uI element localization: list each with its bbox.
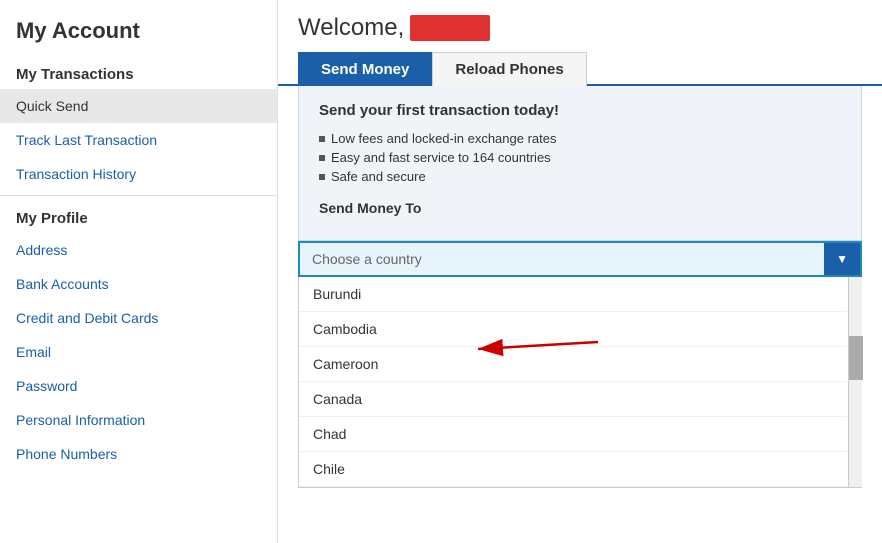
promo-item-2: Easy and fast service to 164 countries (319, 148, 841, 167)
welcome-prefix: Welcome, (298, 14, 404, 42)
promo-list: Low fees and locked-in exchange rates Ea… (319, 129, 841, 186)
transactions-section-label: My Transactions (0, 56, 277, 89)
promo-item-1: Low fees and locked-in exchange rates (319, 129, 841, 148)
sidebar-item-quick-send[interactable]: Quick Send (0, 89, 277, 123)
dropdown-outer: Burundi Cambodia Cameroon Canada Chad Ch… (298, 277, 862, 488)
sidebar-item-transaction-history[interactable]: Transaction History (0, 157, 277, 191)
dropdown-item-cambodia[interactable]: Cambodia (299, 312, 847, 347)
promo-title: Send your first transaction today! (319, 102, 841, 119)
tab-send-money[interactable]: Send Money (298, 52, 432, 86)
country-select-arrow-icon[interactable]: ▼ (824, 243, 860, 275)
sidebar-item-address[interactable]: Address (0, 233, 277, 267)
send-money-to-label: Send Money To (319, 200, 841, 216)
sidebar-item-credit-debit[interactable]: Credit and Debit Cards (0, 301, 277, 335)
sidebar-item-track-last[interactable]: Track Last Transaction (0, 123, 277, 157)
scrollbar-thumb[interactable] (849, 336, 863, 380)
country-select-input[interactable]: Choose a country (300, 243, 824, 275)
country-select-row[interactable]: Choose a country ▼ (298, 241, 862, 277)
dropdown-item-burundi[interactable]: Burundi (299, 277, 847, 312)
sidebar-divider-1 (0, 195, 277, 196)
dropdown-list: Burundi Cambodia Cameroon Canada Chad Ch… (298, 277, 862, 488)
sidebar: My Account My Transactions Quick Send Tr… (0, 0, 278, 543)
promo-item-3: Safe and secure (319, 167, 841, 186)
bullet-icon-2 (319, 155, 325, 161)
user-name-redacted (410, 15, 490, 41)
scrollbar-track (848, 277, 862, 488)
bullet-icon-1 (319, 136, 325, 142)
sidebar-item-bank-accounts[interactable]: Bank Accounts (0, 267, 277, 301)
welcome-header: Welcome, (278, 0, 882, 52)
sidebar-item-phone-numbers[interactable]: Phone Numbers (0, 437, 277, 471)
profile-section-label: My Profile (0, 200, 277, 233)
sidebar-title: My Account (0, 0, 277, 56)
dropdown-item-chad[interactable]: Chad (299, 417, 847, 452)
main-content: Welcome, Send Money Reload Phones Send y… (278, 0, 882, 543)
sidebar-item-personal-info[interactable]: Personal Information (0, 403, 277, 437)
sidebar-item-password[interactable]: Password (0, 369, 277, 403)
country-dropdown-wrapper: Choose a country ▼ (298, 241, 862, 277)
tabs: Send Money Reload Phones (278, 52, 882, 86)
dropdown-item-cameroon[interactable]: Cameroon (299, 347, 847, 382)
dropdown-item-canada[interactable]: Canada (299, 382, 847, 417)
sidebar-item-email[interactable]: Email (0, 335, 277, 369)
bullet-icon-3 (319, 174, 325, 180)
content-area: Send your first transaction today! Low f… (298, 86, 862, 241)
tab-reload-phones[interactable]: Reload Phones (432, 52, 586, 86)
dropdown-item-chile[interactable]: Chile (299, 452, 847, 487)
